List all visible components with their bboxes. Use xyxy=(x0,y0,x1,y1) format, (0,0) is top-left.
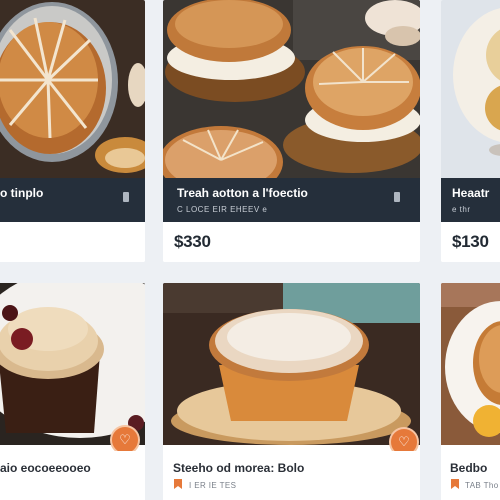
caption: Bedbo TAB Tho xyxy=(441,451,500,500)
caption: Steeho od morea: Bolo I ER IE TES xyxy=(163,451,420,500)
share-icon[interactable] xyxy=(120,190,132,204)
caption-band: o tinplo xyxy=(0,178,145,222)
product-image[interactable] xyxy=(163,283,420,445)
heart-icon: ♡ xyxy=(398,434,410,449)
product-price: $130 xyxy=(452,232,489,251)
product-title: Heaatr xyxy=(452,186,490,200)
product-card-5[interactable]: ♡ Steeho od morea: Bolo I ER IE TES xyxy=(163,283,420,500)
product-subtitle: TAB Tho xyxy=(465,481,499,490)
product-title: aio eocoeeooeo xyxy=(0,461,91,475)
tag-icon xyxy=(451,479,459,489)
product-image[interactable] xyxy=(0,0,145,178)
product-card-6[interactable]: Bedbo TAB Tho xyxy=(441,283,500,500)
tag-icon xyxy=(174,479,182,489)
price-row: $130 xyxy=(441,222,500,262)
product-subtitle: e thr xyxy=(452,205,471,214)
price-row xyxy=(0,222,145,262)
product-title: Bedbo xyxy=(450,461,488,475)
product-subtitle: I ER IE TES xyxy=(189,481,237,490)
product-title: Treah aotton a l'foectio xyxy=(177,186,308,200)
caption-band: Heaatr e thr xyxy=(441,178,500,222)
product-card-1[interactable]: o tinplo xyxy=(0,0,145,262)
product-card-3[interactable]: Heaatr e thr $130 xyxy=(441,0,500,262)
product-image[interactable] xyxy=(441,283,500,445)
heart-icon: ♡ xyxy=(119,432,131,447)
caption: aio eocoeeooeo xyxy=(0,451,145,500)
price-row: $330 xyxy=(163,222,420,262)
product-card-4[interactable]: ♡ aio eocoeeooeo xyxy=(0,283,145,500)
caption-band: Treah aotton a l'foectio C LOCE EIR EHEE… xyxy=(163,178,420,222)
product-image[interactable] xyxy=(0,283,145,445)
product-image[interactable] xyxy=(441,0,500,178)
product-image[interactable] xyxy=(163,0,420,178)
product-title: Steeho od morea: Bolo xyxy=(173,461,305,475)
product-card-2[interactable]: Treah aotton a l'foectio C LOCE EIR EHEE… xyxy=(163,0,420,262)
product-price: $330 xyxy=(174,232,211,251)
product-title: o tinplo xyxy=(0,186,44,200)
share-icon[interactable] xyxy=(391,190,403,204)
product-subtitle: C LOCE EIR EHEEV e xyxy=(177,205,268,214)
